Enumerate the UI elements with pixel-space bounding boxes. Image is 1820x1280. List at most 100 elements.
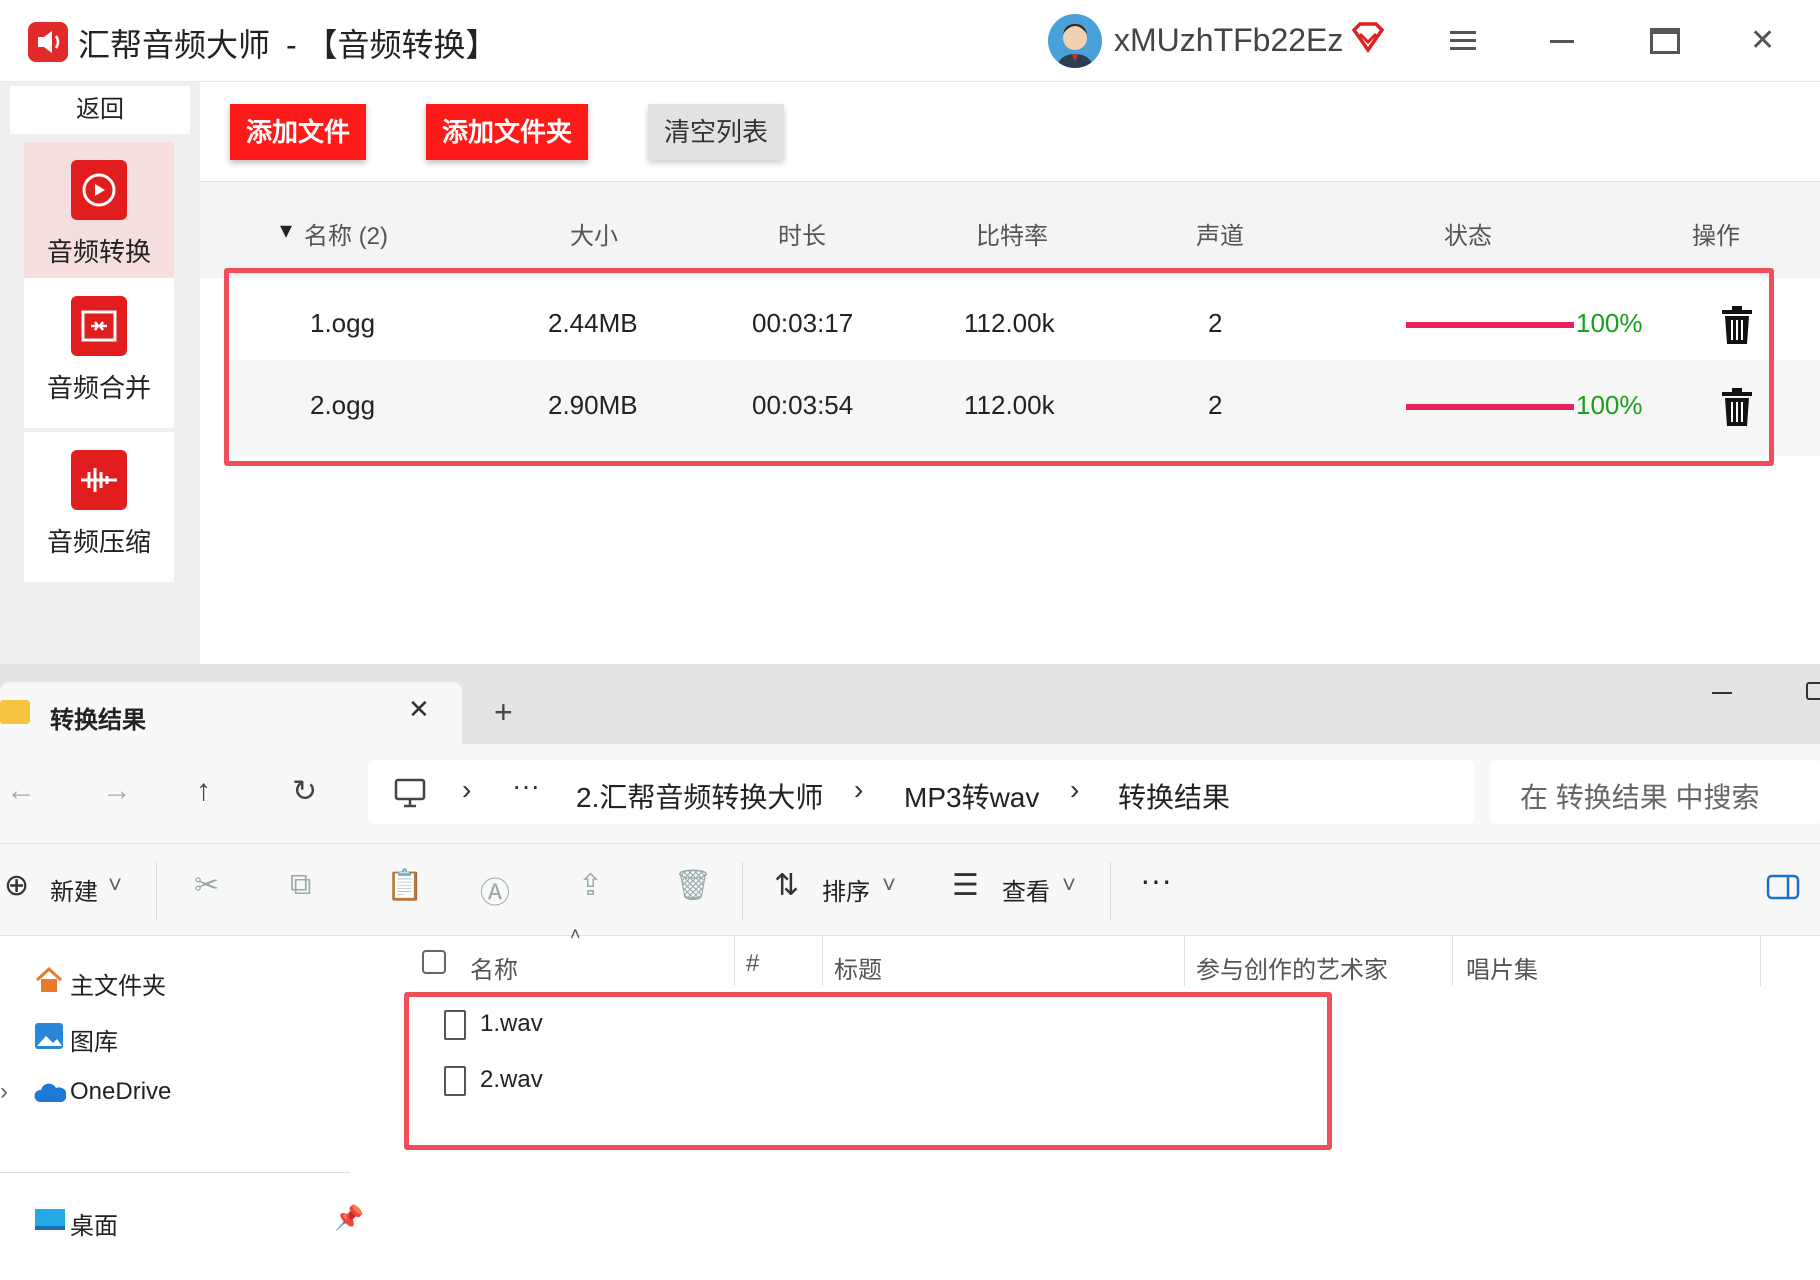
column-album-header[interactable]: 唱片集 <box>1466 950 1538 985</box>
chevron-down-icon[interactable]: ˅ <box>882 872 896 900</box>
sidebar: 返回 音频转换 音频合并 音频压缩 <box>0 82 200 664</box>
highlight-box <box>404 992 1332 1150</box>
more-locations-icon[interactable]: ··· <box>512 770 540 802</box>
sidebar-item-audio-convert[interactable]: 音频转换 <box>24 142 174 292</box>
expand-chevron-icon[interactable]: › <box>0 1078 8 1106</box>
delete-icon[interactable]: 🗑 <box>674 868 712 903</box>
clear-list-button[interactable]: 清空列表 <box>648 104 784 160</box>
chevron-down-icon[interactable]: ˅ <box>108 872 122 900</box>
share-icon[interactable]: ⇪ <box>578 868 603 903</box>
address-bar[interactable]: › ··· 2.汇帮音频转换大师 › MP3转wav › 转换结果 <box>368 760 1474 824</box>
column-name-header[interactable]: 名称 (2) <box>304 216 388 251</box>
column-artist-header[interactable]: 参与创作的艺术家 <box>1196 950 1388 985</box>
chevron-right-icon: › <box>462 774 472 805</box>
column-divider <box>734 936 735 986</box>
more-options-icon[interactable]: ··· <box>1140 862 1172 899</box>
column-size-header[interactable]: 大小 <box>570 216 618 251</box>
sidebar-item-label: 音频合并 <box>46 373 151 403</box>
toolbar: 添加文件 添加文件夹 清空列表 <box>200 82 1820 182</box>
sidebar-item-audio-merge[interactable]: 音频合并 <box>24 278 174 428</box>
column-bitrate-header[interactable]: 比特率 <box>976 216 1048 251</box>
paste-icon[interactable]: 📋 <box>386 868 423 903</box>
column-divider <box>1452 936 1453 986</box>
back-button[interactable]: 返回 <box>10 86 190 134</box>
column-name-header[interactable]: 名称 <box>470 950 518 985</box>
sort-up-icon: ˄ <box>570 924 581 944</box>
column-title-header[interactable]: 标题 <box>834 950 882 985</box>
tab-conversion-results[interactable]: 转换结果 ✕ <box>0 682 462 744</box>
rename-icon[interactable]: Ⓐ <box>480 868 510 912</box>
close-icon[interactable]: ✕ <box>408 694 430 725</box>
navigation-pane: 主文件夹 图库 › OneDrive 桌面 📌 <box>0 936 370 1280</box>
divider <box>156 862 157 920</box>
maximize-icon[interactable] <box>1806 682 1820 700</box>
breadcrumb-item[interactable]: 2.汇帮音频转换大师 <box>576 776 823 816</box>
nav-item-gallery[interactable]: 图库 <box>70 1022 118 1057</box>
highlight-box <box>224 268 1774 466</box>
username[interactable]: xMUzhTFb22Ez <box>1114 22 1343 59</box>
tab-strip: 转换结果 ✕ + <box>0 664 1820 744</box>
app-title: 汇帮音频大师 <box>78 27 271 63</box>
app-subtitle: - 【音频转换】 <box>286 27 498 63</box>
add-folder-button[interactable]: 添加文件夹 <box>426 104 588 160</box>
pin-icon[interactable]: 📌 <box>334 1204 364 1233</box>
maximize-icon[interactable] <box>1650 28 1680 54</box>
sidebar-item-label: 音频转换 <box>46 237 151 267</box>
sidebar-item-audio-compress[interactable]: 音频压缩 <box>24 432 174 582</box>
breadcrumb-item[interactable]: MP3转wav <box>904 776 1039 816</box>
back-arrow-icon[interactable]: ← <box>6 774 36 808</box>
view-button[interactable]: 查看 <box>1002 872 1050 907</box>
column-action-header: 操作 <box>1692 223 1740 250</box>
minimize-icon[interactable] <box>1550 40 1574 43</box>
divider <box>1110 862 1111 920</box>
chevron-down-icon[interactable]: ˅ <box>1062 872 1076 900</box>
onedrive-cloud-icon <box>34 1082 67 1108</box>
avatar[interactable] <box>1048 14 1102 68</box>
audio-converter-app: 汇帮音频大师 - 【音频转换】 xMUzhTFb22Ez ✕ 返回 音频转换 音… <box>0 0 1820 664</box>
sort-desc-icon[interactable]: ▾ <box>280 216 292 245</box>
details-pane-icon[interactable] <box>1766 874 1800 905</box>
menu-icon[interactable] <box>1450 30 1476 52</box>
close-icon[interactable]: ✕ <box>1750 26 1775 56</box>
copy-icon[interactable]: ⧉ <box>290 868 311 902</box>
file-explorer-window: 转换结果 ✕ + ← → ↑ ↻ › ··· 2.汇帮音频转换大师 › MP3转… <box>0 664 1820 1280</box>
divider <box>742 862 743 920</box>
chevron-right-icon: › <box>854 774 864 805</box>
column-divider <box>1184 936 1185 986</box>
new-button[interactable]: 新建 <box>50 872 98 907</box>
breadcrumb-item[interactable]: 转换结果 <box>1118 776 1230 816</box>
add-file-button[interactable]: 添加文件 <box>230 104 366 160</box>
column-status-header: 状态 <box>1444 223 1492 250</box>
nav-item-home[interactable]: 主文件夹 <box>70 966 166 1001</box>
nav-item-onedrive[interactable]: OneDrive <box>70 1078 171 1106</box>
up-arrow-icon[interactable]: ↑ <box>196 774 211 808</box>
table-header: ▾ 名称 (2) 大小 时长 比特率 声道 状态 操作 <box>200 182 1820 278</box>
desktop-icon <box>34 1208 65 1234</box>
view-list-icon[interactable]: ☰ <box>952 868 979 903</box>
column-divider <box>822 936 823 986</box>
sort-icon[interactable]: ⇅ <box>774 868 799 903</box>
search-input[interactable]: 在 转换结果 中搜索 <box>1520 776 1760 816</box>
column-number-header[interactable]: # <box>746 950 759 978</box>
minimize-icon[interactable] <box>1712 692 1732 694</box>
command-bar: ⊕ 新建 ˅ ✂ ⧉ 📋 Ⓐ ⇪ 🗑 ⇅ 排序 ˅ ☰ 查看 ˅ ··· <box>0 844 1820 936</box>
home-icon <box>34 966 64 992</box>
column-duration-header[interactable]: 时长 <box>778 216 826 251</box>
search-box[interactable]: 在 转换结果 中搜索 <box>1490 760 1820 824</box>
refresh-icon[interactable]: ↻ <box>292 774 317 809</box>
forward-arrow-icon[interactable]: → <box>102 774 132 808</box>
select-all-checkbox[interactable] <box>422 950 446 974</box>
audio-convert-icon <box>71 160 127 220</box>
app-logo-icon <box>28 22 68 62</box>
column-divider <box>1760 936 1761 986</box>
cut-icon[interactable]: ✂ <box>194 868 219 903</box>
sort-button[interactable]: 排序 <box>822 872 870 907</box>
gallery-icon <box>34 1022 64 1049</box>
folder-icon <box>0 700 30 724</box>
nav-item-desktop[interactable]: 桌面 <box>70 1206 118 1241</box>
new-plus-icon[interactable]: ⊕ <box>4 868 29 903</box>
vip-diamond-icon[interactable] <box>1350 20 1386 61</box>
computer-icon[interactable] <box>394 778 426 813</box>
new-tab-icon[interactable]: + <box>494 694 513 731</box>
column-channels-header[interactable]: 声道 <box>1196 216 1244 251</box>
